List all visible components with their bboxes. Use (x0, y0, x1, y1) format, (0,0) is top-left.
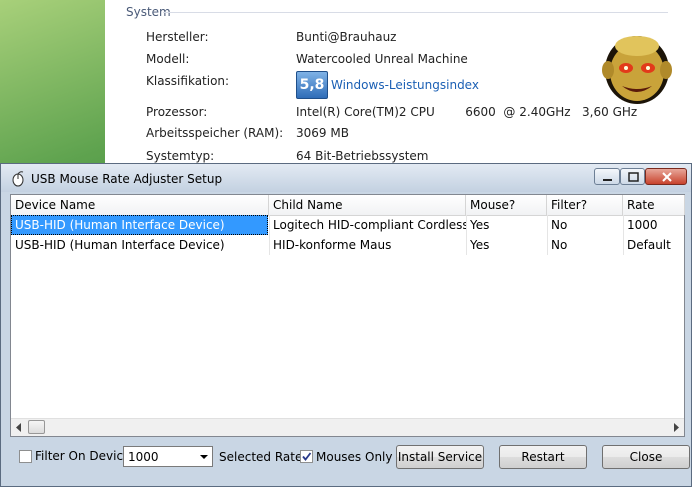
cell-rate: Default (627, 238, 671, 252)
label-systemtyp: Systemtyp: (146, 149, 215, 163)
wei-score-badge[interactable]: 5,8 (296, 71, 328, 99)
cell-filter: No (551, 218, 568, 232)
scrollbar-thumb[interactable] (28, 420, 45, 434)
cell-filter: No (551, 238, 568, 252)
close-icon (662, 172, 672, 182)
cell-rate: 1000 (627, 218, 658, 232)
scroll-right-icon[interactable] (672, 423, 680, 432)
minimize-icon (603, 179, 612, 181)
horizontal-scrollbar[interactable] (11, 418, 684, 436)
value-prozessor: Intel(R) Core(TM)2 CPU 6600 @ 2.40GHz 3,… (296, 105, 638, 119)
device-list[interactable]: Device Name Child Name Mouse? Filter? Ra… (10, 194, 685, 437)
title-bar[interactable]: USB Mouse Rate Adjuster Setup (1, 164, 691, 192)
cell-child-name: HID-konforme Maus (273, 238, 392, 252)
column-device-name[interactable]: Device Name (11, 195, 269, 215)
wei-link[interactable]: Windows-Leistungsindex (331, 78, 479, 92)
rate-select-value: 1000 (128, 450, 159, 464)
value-modell: Watercooled Unreal Machine (296, 52, 468, 66)
cell-mouse: Yes (470, 218, 490, 232)
system-info-panel: System Hersteller: Bunti@Brauhauz Modell… (105, 0, 692, 170)
close-window-button[interactable] (645, 168, 687, 185)
mouse-icon (12, 171, 24, 187)
label-modell: Modell: (146, 52, 190, 66)
minimize-button[interactable] (594, 168, 620, 185)
filter-on-device-checkbox[interactable] (19, 450, 32, 463)
checkmark-icon (302, 452, 312, 461)
rate-select[interactable]: 1000 (123, 446, 213, 467)
mouses-only-checkbox[interactable] (300, 450, 313, 463)
install-service-button[interactable]: Install Service (396, 445, 484, 469)
maximize-button[interactable] (620, 168, 645, 185)
filter-on-device-label: Filter On Device (35, 449, 131, 463)
section-divider (163, 12, 668, 13)
bottom-controls: Filter On Device 1000 Selected Rate Mous… (1, 440, 691, 480)
value-systemtyp: 64 Bit-Betriebssystem (296, 149, 429, 163)
cell-child-name: Logitech HID-compliant Cordless Mouse (273, 218, 466, 232)
maximize-icon (628, 172, 639, 182)
setup-window: USB Mouse Rate Adjuster Setup Device Nam… (0, 163, 692, 487)
label-klassifikation: Klassifikation: (146, 74, 230, 88)
list-header: Device Name Child Name Mouse? Filter? Ra… (11, 195, 685, 216)
oem-logo-icon (602, 36, 672, 104)
table-row[interactable]: USB-HID (Human Interface Device) HID-kon… (11, 235, 684, 255)
chevron-down-icon (200, 455, 208, 459)
column-rate[interactable]: Rate (623, 195, 685, 215)
cell-mouse: Yes (470, 238, 490, 252)
table-row[interactable]: USB-HID (Human Interface Device) Logitec… (11, 215, 684, 235)
cell-device-name: USB-HID (Human Interface Device) (11, 215, 268, 235)
column-mouse[interactable]: Mouse? (466, 195, 547, 215)
cell-device-name: USB-HID (Human Interface Device) (15, 238, 225, 252)
selected-rate-label: Selected Rate (219, 450, 303, 464)
column-child-name[interactable]: Child Name (269, 195, 466, 215)
column-filter[interactable]: Filter? (547, 195, 623, 215)
label-ram: Arbeitsspeicher (RAM): (146, 126, 284, 140)
window-title: USB Mouse Rate Adjuster Setup (31, 172, 223, 186)
restart-button[interactable]: Restart (499, 445, 587, 469)
close-button[interactable]: Close (602, 445, 690, 469)
value-ram: 3069 MB (296, 126, 349, 140)
label-prozessor: Prozessor: (146, 105, 208, 119)
mouses-only-label: Mouses Only (316, 450, 393, 464)
scroll-left-icon[interactable] (15, 423, 23, 432)
value-hersteller: Bunti@Brauhauz (296, 30, 397, 44)
label-hersteller: Hersteller: (146, 30, 209, 44)
